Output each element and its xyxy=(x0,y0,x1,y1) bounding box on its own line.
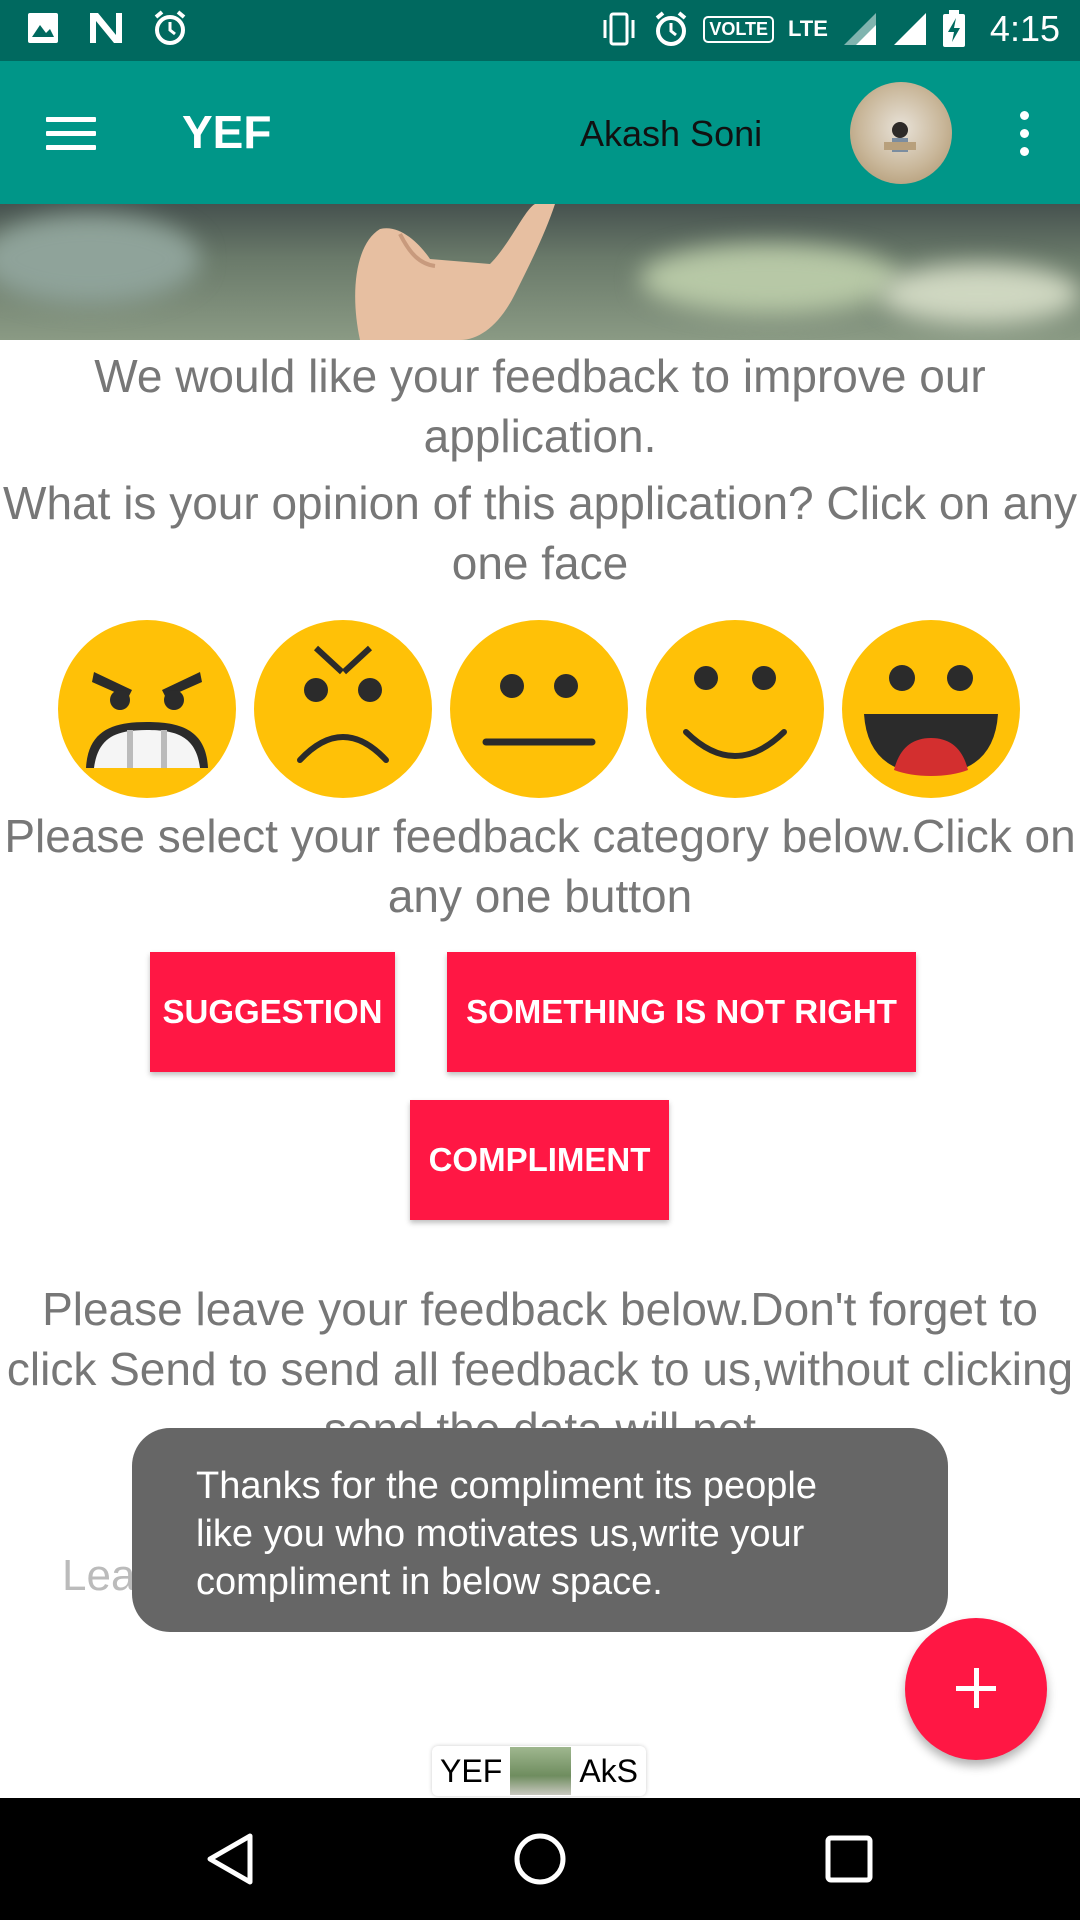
signal-icon xyxy=(893,13,926,45)
app-bar: YEF Akash Soni xyxy=(0,61,1080,204)
add-fab-button[interactable] xyxy=(905,1618,1047,1760)
app-title: YEF xyxy=(182,106,272,158)
something-not-right-button[interactable]: SOMETHING IS NOT RIGHT xyxy=(447,952,916,1072)
hand-icon xyxy=(355,204,555,340)
alarm-icon xyxy=(154,10,186,45)
back-icon[interactable] xyxy=(200,1828,262,1890)
alarm-icon xyxy=(656,11,687,46)
avatar[interactable] xyxy=(850,82,952,184)
recents-icon[interactable] xyxy=(818,1828,880,1890)
gallery-icon xyxy=(28,13,58,43)
user-name: Akash Soni xyxy=(580,113,763,154)
signal-icon xyxy=(843,13,876,45)
watermark-badge: YEF AkS xyxy=(432,1746,646,1796)
compliment-button[interactable]: COMPLIMENT xyxy=(410,1100,669,1220)
lte-label: LTE xyxy=(788,16,828,41)
category-text: Please select your feedback category bel… xyxy=(4,810,1076,922)
suggestion-button[interactable]: SUGGESTION xyxy=(150,952,395,1072)
hamburger-menu-icon[interactable] xyxy=(46,117,96,151)
clock: 4:15 xyxy=(989,8,1060,49)
home-icon[interactable] xyxy=(509,1828,571,1890)
very-angry-face-icon[interactable] xyxy=(58,620,236,798)
header-banner-image xyxy=(0,204,1080,340)
watermark-image xyxy=(510,1747,572,1795)
watermark-left-text: YEF xyxy=(440,1752,503,1789)
emoji-rating-row xyxy=(58,620,1020,798)
intro-text: We would like your feedback to improve o… xyxy=(94,350,986,462)
volte-badge: VOLTE xyxy=(703,15,774,43)
toast-text: Thanks for the compliment its people lik… xyxy=(196,1465,817,1603)
toast-message: Thanks for the compliment its people lik… xyxy=(132,1428,948,1632)
smiling-face-icon[interactable] xyxy=(646,620,824,798)
more-vert-icon[interactable] xyxy=(1012,111,1036,157)
laughing-face-icon[interactable] xyxy=(842,620,1020,798)
watermark-right-text: AkS xyxy=(579,1752,638,1789)
status-bar: VOLTE LTE 4:15 xyxy=(0,0,1080,61)
battery-charging-icon xyxy=(942,10,965,47)
vibrate-icon xyxy=(603,12,635,46)
neutral-face-icon[interactable] xyxy=(450,620,628,798)
person-icon xyxy=(884,122,916,152)
opinion-text: What is your opinion of this application… xyxy=(3,477,1077,589)
angry-face-icon[interactable] xyxy=(254,620,432,798)
n-icon xyxy=(90,13,122,43)
system-navigation-bar xyxy=(0,1798,1080,1920)
